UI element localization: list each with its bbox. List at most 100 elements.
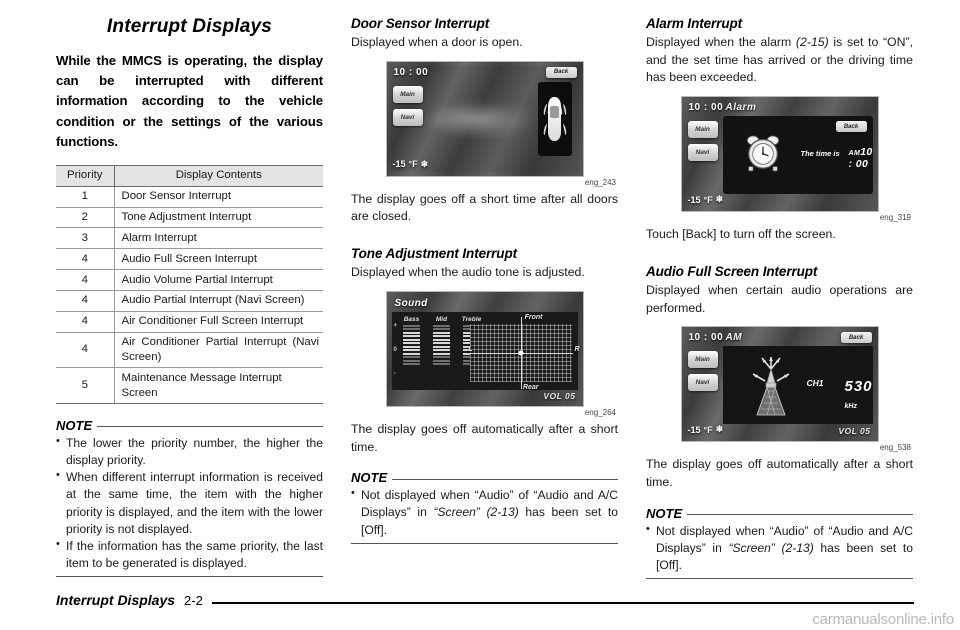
note-header: NOTE [56, 418, 323, 433]
screen-temperature: -15 °F ❄ [688, 424, 724, 435]
table-row: 5 Maintenance Message Interrupt Screen [56, 367, 323, 404]
figure-caption: eng_264 [584, 407, 616, 417]
balance-label-right: R [574, 345, 580, 353]
cell-contents: Audio Full Screen Interrupt [114, 248, 323, 271]
nav-screen-audio: 10 : 00 AM Main Navi Back CH1 530 kHz -1… [680, 326, 879, 443]
balance-label-left: L [468, 345, 473, 353]
eq-label-bass: Bass [403, 315, 420, 323]
right-column: Alarm Interrupt Displayed when the alarm… [646, 16, 913, 580]
nav-screen-door-sensor: 10 : 00 Back Main Navi -15 °F ❄ [385, 60, 584, 177]
radio-panel: CH1 530 kHz [722, 346, 873, 425]
cell-priority: 4 [56, 269, 115, 291]
alarm-message: The time is [800, 149, 840, 159]
cell-contents: Maintenance Message Interrupt Screen [114, 367, 323, 404]
cell-contents: Air Conditioner Full Screen Interrupt [114, 310, 323, 333]
section-heading-tone-adjustment: Tone Adjustment Interrupt [351, 246, 517, 262]
middle-column: Door Sensor Interrupt Displayed when a d… [351, 16, 618, 546]
note-text-reference: “Screen” (2-13) [728, 540, 814, 555]
note-item: When different interrupt information is … [56, 468, 323, 538]
screen-back-button[interactable]: Back [545, 66, 577, 78]
figure-caption: eng_243 [584, 177, 616, 187]
alarm-dialog-panel: The time is AM10 : 00 Back [722, 116, 873, 195]
figure-audio-full-screen: 10 : 00 AM Main Navi Back CH1 530 kHz -1… [646, 326, 913, 452]
footer-divider [211, 602, 914, 604]
eq-column-bass[interactable]: Bass [402, 316, 422, 366]
snowflake-icon: ❄ [420, 158, 429, 169]
balance-fader-grid[interactable] [468, 316, 573, 389]
note-title: NOTE [351, 470, 388, 486]
note-list: Not displayed when “Audio” of “Audio and… [351, 486, 618, 539]
page-title: Interrupt Displays [106, 16, 273, 37]
screen-clock: 10 : 00 [688, 102, 724, 114]
figure-alarm: 10 : 00 Alarm Main Navi The time is AM10… [646, 96, 913, 222]
note-header: NOTE [646, 506, 913, 521]
figure-tone-adjustment: Sound + 0 - Bass Mid Treble Front Rear L… [351, 290, 618, 417]
frequency-unit: kHz [844, 403, 857, 411]
cell-contents: Alarm Interrupt [114, 227, 323, 250]
table-row: 1 Door Sensor Interrupt [56, 185, 323, 208]
alarm-intro-reference: (2-15) [795, 35, 829, 49]
screen-main-button[interactable]: Main [687, 121, 718, 139]
table-row: 3 Alarm Interrupt [56, 227, 323, 250]
watermark: carmanualsonline.info [812, 611, 954, 628]
screen-main-button[interactable]: Main [392, 85, 423, 103]
cell-priority: 3 [56, 227, 115, 250]
tone-adjustment-intro: Displayed when the audio tone is adjuste… [351, 265, 585, 280]
col-header-priority: Priority [56, 164, 115, 187]
note-item: Not displayed when “Audio” of “Audio and… [351, 486, 618, 539]
eq-scale-mid: 0 [393, 346, 397, 353]
screen-back-button[interactable]: Back [840, 332, 872, 344]
note-header: NOTE [351, 470, 618, 485]
section-heading-audio-full-screen: Audio Full Screen Interrupt [646, 263, 818, 279]
screen-main-button[interactable]: Main [687, 351, 718, 369]
table-row: 2 Tone Adjustment Interrupt [56, 206, 323, 229]
eq-column-mid[interactable]: Mid [432, 316, 452, 366]
screen-navi-button[interactable]: Navi [687, 144, 718, 162]
nav-screen-sound: Sound + 0 - Bass Mid Treble Front Rear L… [385, 290, 584, 407]
note-text-reference: “Screen” (2-13) [433, 505, 519, 520]
cell-priority: 4 [56, 310, 115, 333]
temperature-value: -15 [392, 159, 406, 170]
cell-priority: 4 [56, 248, 115, 271]
screen-back-button[interactable]: Back [835, 121, 867, 133]
note-block-left: NOTE The lower the priority number, the … [56, 418, 323, 578]
balance-label-front: Front [524, 313, 543, 321]
screen-mode-label: AM [725, 332, 743, 344]
audio-full-screen-body: The display goes off automatically after… [646, 457, 913, 489]
temperature-value: -15 [687, 194, 701, 205]
balance-label-rear: Rear [522, 383, 539, 391]
section-heading-door-sensor: Door Sensor Interrupt [351, 16, 490, 31]
figure-caption: eng_538 [879, 443, 911, 453]
intro-paragraph: While the MMCS is operating, the display… [56, 53, 323, 149]
screen-temperature: -15 °F ❄ [688, 194, 724, 205]
screen-volume-indicator: VOL 05 [838, 426, 871, 437]
screen-navi-button[interactable]: Navi [687, 374, 718, 392]
balance-position-dot[interactable] [518, 350, 523, 356]
table-row: 4 Audio Full Screen Interrupt [56, 248, 323, 271]
note-block-right: NOTE Not displayed when “Audio” of “Audi… [646, 506, 913, 580]
sound-screen-title: Sound [394, 297, 428, 309]
eq-label-mid: Mid [435, 315, 448, 323]
cell-contents: Audio Volume Partial Interrupt [114, 269, 323, 291]
table-row: 4 Air Conditioner Full Screen Interrupt [56, 310, 323, 333]
snowflake-icon: ❄ [715, 424, 724, 435]
car-body-icon [548, 96, 561, 141]
screen-navi-button[interactable]: Navi [392, 108, 423, 126]
note-block-middle: NOTE Not displayed when “Audio” of “Audi… [351, 470, 618, 544]
note-title: NOTE [56, 417, 93, 433]
screen-clock: 10 : 00 [688, 332, 724, 344]
note-bottom-divider [351, 542, 618, 544]
figure-door-sensor: 10 : 00 Back Main Navi -15 °F ❄ eng_243 [351, 60, 618, 187]
tone-adjustment-body: The display goes off automatically after… [351, 421, 618, 454]
alarm-clock-icon [746, 135, 779, 172]
screen-clock: 10 : 00 [393, 66, 429, 78]
alarm-time-ampm: AM [848, 150, 861, 158]
nav-screen-alarm: 10 : 00 Alarm Main Navi The time is AM10… [680, 96, 879, 213]
cell-priority: 1 [56, 185, 115, 208]
page-columns: Interrupt Displays While the MMCS is ope… [56, 16, 914, 580]
manual-page: Interrupt Displays While the MMCS is ope… [0, 0, 960, 630]
car-doors-open-icon [537, 81, 572, 156]
eq-bars-bass [402, 324, 422, 366]
eq-scale-bottom: - [393, 370, 396, 377]
sound-panel: + 0 - Bass Mid Treble [391, 311, 578, 390]
